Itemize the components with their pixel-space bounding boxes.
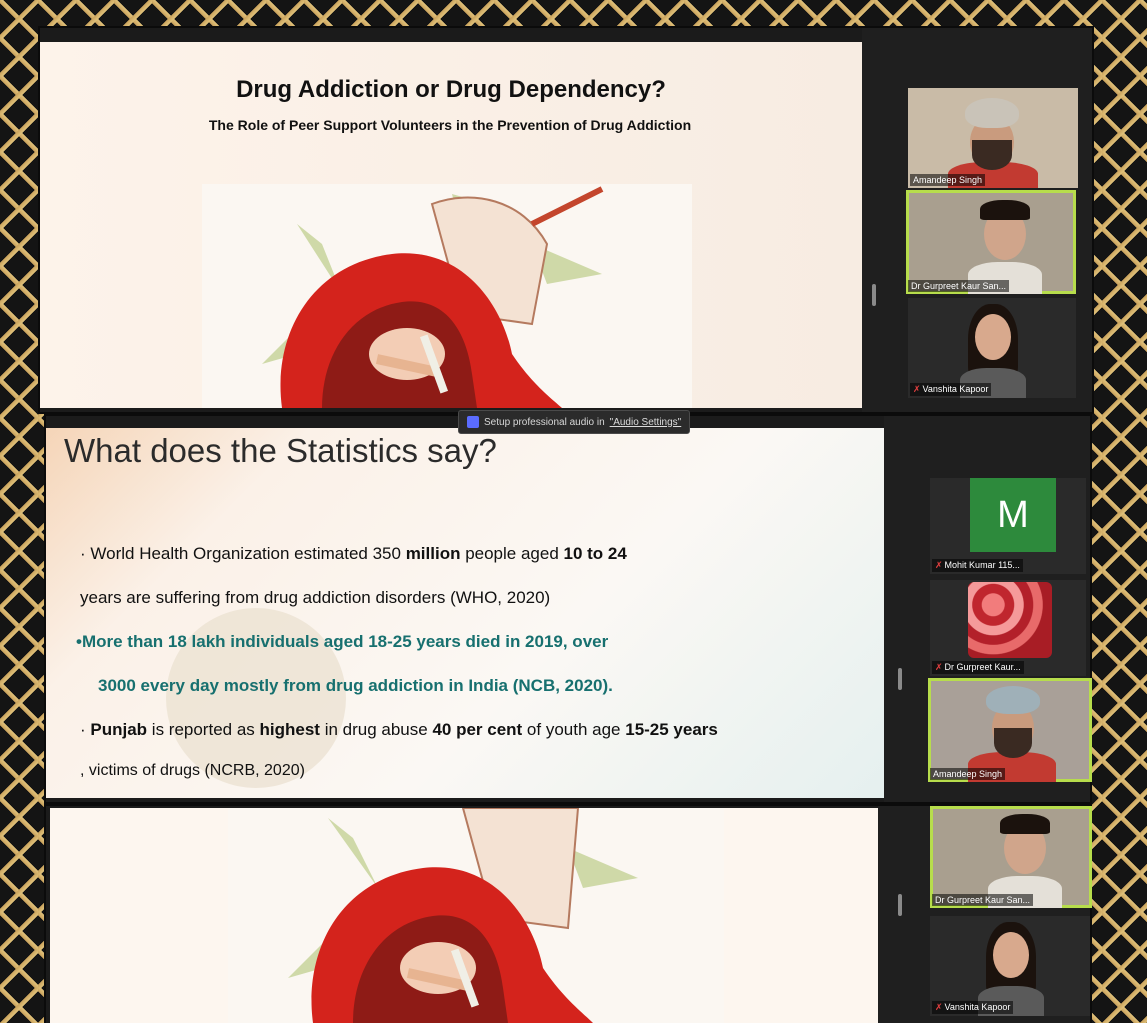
meeting-screenshot-3: Dr Gurpreet Kaur San... ✗ Vanshita Kapoor xyxy=(46,806,1092,1023)
participant-name: ✗ Vanshita Kapoor xyxy=(932,1001,1014,1014)
video-tile[interactable]: ✗ Dr Gurpreet Kaur... xyxy=(930,580,1086,676)
video-tile[interactable]: Dr Gurpreet Kaur San... xyxy=(906,190,1076,294)
video-tile[interactable]: Amandeep Singh xyxy=(928,678,1092,782)
audio-icon xyxy=(467,416,479,428)
avatar: M xyxy=(970,478,1056,552)
mic-muted-icon: ✗ xyxy=(935,1002,943,1012)
slide1-title: Drug Addiction or Drug Dependency? xyxy=(236,76,666,103)
participant-name: ✗ Mohit Kumar 115... xyxy=(932,559,1023,572)
slide2-title: What does the Statistics say? xyxy=(64,432,497,469)
strip-scrollbar[interactable] xyxy=(898,668,902,690)
mic-muted-icon: ✗ xyxy=(935,662,943,672)
participant-name: Dr Gurpreet Kaur San... xyxy=(932,894,1034,906)
bullet-punjab: · Punjab is reported as highest in drug … xyxy=(80,720,718,739)
bullet-who: · World Health Organization estimated 35… xyxy=(80,544,627,563)
strip-scrollbar[interactable] xyxy=(872,284,876,306)
video-tile[interactable]: ✗ Vanshita Kapoor xyxy=(930,916,1090,1016)
video-tile[interactable]: Dr Gurpreet Kaur San... xyxy=(930,806,1092,908)
video-tile[interactable]: M ✗ Mohit Kumar 115... xyxy=(930,478,1086,574)
audio-settings-toast[interactable]: Setup professional audio in "Audio Setti… xyxy=(458,410,691,434)
meeting-collage: Drug Addiction or Drug Dependency? The R… xyxy=(0,0,1147,1023)
participant-strip-2: M ✗ Mohit Kumar 115... ✗ Dr Gurpreet Kaur.… xyxy=(884,416,1092,802)
participant-name: Amandeep Singh xyxy=(910,174,986,186)
bullet-ncb-line2: 3000 every day mostly from drug addictio… xyxy=(98,676,613,695)
bullet-punjab-line2: , victims of drugs (NCRB, 2020) xyxy=(80,762,305,779)
audio-settings-link[interactable]: "Audio Settings" xyxy=(610,417,682,428)
toast-text: Setup professional audio in xyxy=(484,416,605,428)
meeting-screenshot-1: Drug Addiction or Drug Dependency? The R… xyxy=(40,28,1092,412)
shared-slide-2: What does the Statistics say? · World He… xyxy=(46,428,884,798)
shared-slide-1: Drug Addiction or Drug Dependency? The R… xyxy=(40,42,862,408)
drug-illustration xyxy=(202,184,692,408)
mic-muted-icon: ✗ xyxy=(935,560,943,570)
shared-slide-3 xyxy=(50,808,878,1023)
meeting-screenshot-2: What does the Statistics say? · World He… xyxy=(46,416,1092,802)
participant-strip-1: Amandeep Singh Dr Gurpreet Kaur San... ✗… xyxy=(862,28,1092,412)
participant-name: ✗ Dr Gurpreet Kaur... xyxy=(932,661,1024,674)
participant-strip-3: Dr Gurpreet Kaur San... ✗ Vanshita Kapoor xyxy=(878,806,1092,1023)
strip-scrollbar[interactable] xyxy=(898,894,902,916)
video-tile[interactable]: Amandeep Singh xyxy=(908,88,1078,188)
participant-name: ✗ Vanshita Kapoor xyxy=(910,383,992,396)
bullet-who-line2: years are suffering from drug addiction … xyxy=(80,588,551,607)
participant-name: Dr Gurpreet Kaur San... xyxy=(908,280,1010,292)
drug-illustration xyxy=(228,808,724,1023)
bullet-ncb: •More than 18 lakh individuals aged 18-2… xyxy=(76,632,609,651)
video-tile[interactable]: ✗ Vanshita Kapoor xyxy=(908,298,1076,398)
mic-muted-icon: ✗ xyxy=(913,384,921,394)
participant-name: Amandeep Singh xyxy=(930,768,1006,780)
slide1-subtitle: The Role of Peer Support Volunteers in t… xyxy=(208,117,692,133)
